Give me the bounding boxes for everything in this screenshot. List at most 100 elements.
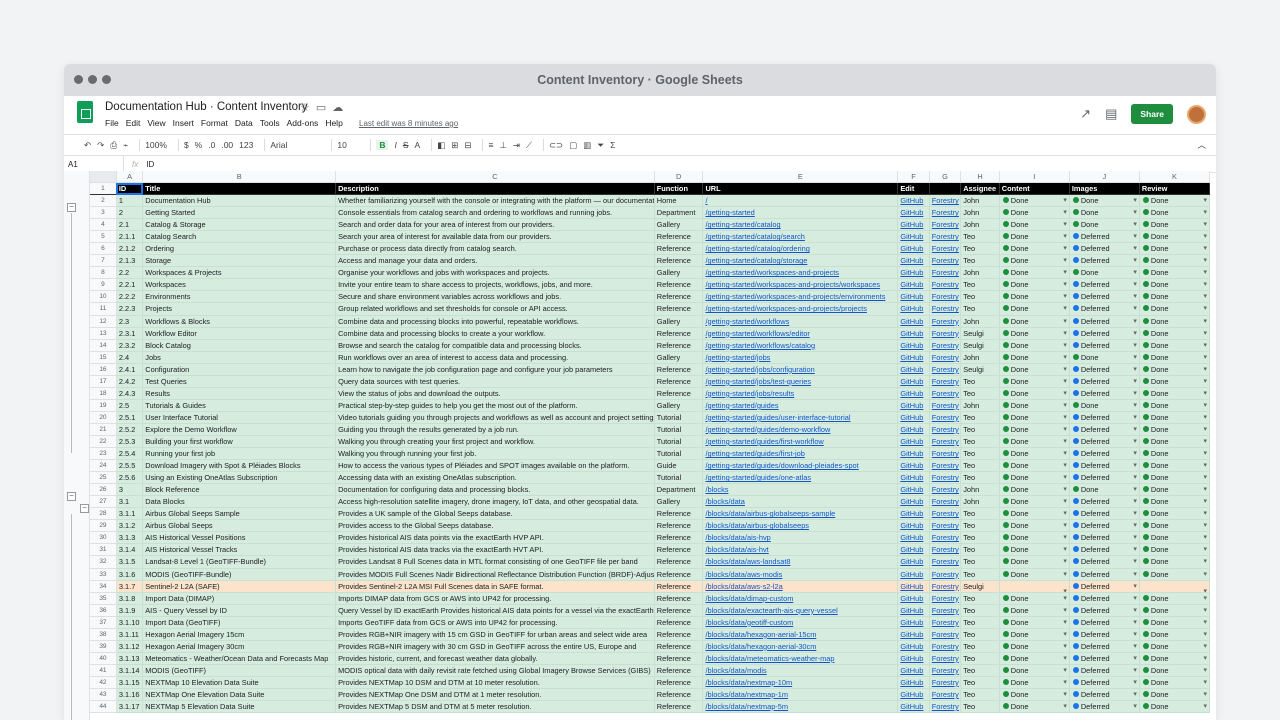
review-status-cell[interactable]: Done xyxy=(1139,543,1211,557)
assignee-cell[interactable]: Teo xyxy=(960,652,1000,665)
assignee-cell[interactable]: Teo xyxy=(960,664,1000,677)
function-cell[interactable]: Gallery xyxy=(654,399,704,412)
description-cell[interactable]: Provides NEXTMap 10 DSM and DTM at 10 me… xyxy=(335,676,655,689)
forestry-cell[interactable]: Forestry xyxy=(929,459,962,473)
github-link[interactable]: GitHub xyxy=(900,557,923,566)
assignee-cell[interactable]: Teo xyxy=(960,628,1000,641)
review-status-dropdown[interactable]: Done xyxy=(1142,460,1207,471)
menu-help[interactable]: Help xyxy=(325,118,342,128)
column-header-h[interactable]: H xyxy=(960,171,1000,183)
content-status-dropdown[interactable]: Done xyxy=(1002,496,1067,507)
url-cell[interactable]: /getting-started/workspaces-and-projects xyxy=(702,266,899,280)
github-link[interactable]: GitHub xyxy=(900,244,923,253)
github-link[interactable]: GitHub xyxy=(900,389,923,398)
review-status-cell[interactable]: Done xyxy=(1139,315,1211,328)
content-status-cell[interactable]: Done xyxy=(999,592,1070,605)
description-cell[interactable]: Provides historical AIS data tracks via … xyxy=(335,543,655,557)
row-number[interactable]: 19 xyxy=(90,399,117,412)
assignee-cell[interactable]: Teo xyxy=(960,507,1000,521)
github-link[interactable]: GitHub xyxy=(900,304,923,313)
url-cell[interactable]: /getting-started/catalog/storage xyxy=(702,254,899,268)
review-status-dropdown[interactable]: Done xyxy=(1142,689,1207,700)
function-cell[interactable]: Reference xyxy=(654,543,704,557)
url-cell[interactable]: /getting-started xyxy=(702,206,899,220)
description-cell[interactable]: Access high-resolution satellite imagery… xyxy=(335,495,655,509)
forestry-link[interactable]: Forestry xyxy=(932,497,959,506)
content-status-cell[interactable]: Done xyxy=(999,351,1070,364)
title-cell[interactable]: Landsat-8 Level 1 (GeoTIFF-Bundle) xyxy=(142,555,337,569)
content-status-cell[interactable]: Done xyxy=(999,568,1070,581)
title-cell[interactable]: Jobs xyxy=(142,351,337,364)
github-link[interactable]: GitHub xyxy=(900,678,923,687)
content-status-dropdown[interactable]: Done xyxy=(1002,701,1067,712)
content-status-cell[interactable]: Done xyxy=(999,495,1070,509)
title-cell[interactable]: Meteomatics - Weather/Ocean Data and For… xyxy=(142,652,337,665)
review-status-cell[interactable]: Done xyxy=(1139,664,1211,677)
description-cell[interactable]: Query data sources with test queries. xyxy=(335,375,655,388)
id-cell[interactable]: 2.2 xyxy=(116,266,144,280)
github-link[interactable]: GitHub xyxy=(900,654,923,663)
function-cell[interactable]: Tutorial xyxy=(654,471,704,485)
header-cell[interactable] xyxy=(929,182,962,196)
edit-cell[interactable]: GitHub xyxy=(897,411,930,424)
forestry-cell[interactable]: Forestry xyxy=(929,254,962,268)
images-status-cell[interactable]: Deferred xyxy=(1069,604,1140,617)
github-link[interactable]: GitHub xyxy=(900,208,923,217)
header-cell[interactable]: Description xyxy=(335,182,655,196)
review-status-dropdown[interactable]: Done xyxy=(1142,207,1207,218)
review-status-cell[interactable]: Done xyxy=(1139,459,1211,473)
review-status-dropdown[interactable]: Done xyxy=(1142,231,1207,242)
row-number[interactable]: 31 xyxy=(90,543,117,557)
menu-insert[interactable]: Insert xyxy=(173,118,194,128)
forestry-link[interactable]: Forestry xyxy=(932,557,959,566)
review-status-dropdown[interactable]: Done xyxy=(1142,436,1207,447)
url-cell[interactable]: /blocks/data/nextmap-1m xyxy=(702,688,899,702)
filter-icon[interactable]: ⏷ xyxy=(597,140,604,151)
title-cell[interactable]: Running your first job xyxy=(142,447,337,461)
assignee-cell[interactable]: John xyxy=(960,266,1000,280)
function-cell[interactable]: Gallery xyxy=(654,495,704,509)
review-status-cell[interactable]: Done xyxy=(1139,628,1211,641)
forestry-cell[interactable]: Forestry xyxy=(929,640,962,653)
insert-comment-icon[interactable]: ▢ xyxy=(569,140,577,151)
url-cell[interactable]: /getting-started/guides xyxy=(702,399,899,412)
row-number[interactable]: 44 xyxy=(90,700,117,714)
edit-cell[interactable]: GitHub xyxy=(897,423,930,436)
review-status-dropdown[interactable]: Done xyxy=(1142,605,1207,615)
images-status-cell[interactable]: Deferred xyxy=(1069,375,1140,388)
function-cell[interactable]: Reference xyxy=(654,339,704,352)
row-number[interactable]: 42 xyxy=(90,676,117,689)
review-status-cell[interactable]: Done xyxy=(1139,652,1211,665)
url-link[interactable]: /getting-started/catalog/search xyxy=(705,232,804,241)
forestry-cell[interactable]: Forestry xyxy=(929,435,962,449)
assignee-cell[interactable]: Teo xyxy=(960,519,1000,533)
text-wrap-icon[interactable]: ⇥ xyxy=(513,140,520,151)
function-cell[interactable]: Reference xyxy=(654,254,704,268)
review-status-cell[interactable]: Done xyxy=(1139,604,1211,617)
content-status-cell[interactable]: Done xyxy=(999,423,1070,436)
forestry-link[interactable]: Forestry xyxy=(932,292,959,301)
review-status-cell[interactable]: Done xyxy=(1139,387,1211,400)
images-status-cell[interactable]: Deferred xyxy=(1069,616,1140,629)
url-link[interactable]: /getting-started/guides xyxy=(705,401,778,410)
edit-cell[interactable]: GitHub xyxy=(897,604,930,617)
function-cell[interactable]: Tutorial xyxy=(654,447,704,461)
description-cell[interactable]: Provides RGB+NIR imagery with 15 cm GSD … xyxy=(335,628,655,641)
function-cell[interactable]: Reference xyxy=(654,688,704,702)
content-status-dropdown[interactable]: Done xyxy=(1002,544,1067,555)
images-status-dropdown[interactable]: Done xyxy=(1072,195,1137,206)
title-cell[interactable]: NEXTMap One Elevation Data Suite xyxy=(142,688,337,702)
function-cell[interactable]: Guide xyxy=(654,459,704,473)
images-status-cell[interactable]: Deferred xyxy=(1069,423,1140,436)
github-link[interactable]: GitHub xyxy=(900,292,923,301)
review-status-cell[interactable]: Done xyxy=(1139,339,1211,352)
forestry-link[interactable]: Forestry xyxy=(932,473,959,482)
id-cell[interactable]: 2.2.1 xyxy=(116,278,144,292)
forestry-link[interactable]: Forestry xyxy=(932,437,959,446)
assignee-cell[interactable]: Teo xyxy=(960,700,1000,714)
description-cell[interactable]: Guiding you through the results generate… xyxy=(335,423,655,436)
edit-cell[interactable]: GitHub xyxy=(897,543,930,557)
images-status-cell[interactable]: Deferred xyxy=(1069,495,1140,509)
review-status-cell[interactable]: Done xyxy=(1139,435,1211,449)
avatar[interactable] xyxy=(1187,104,1206,124)
